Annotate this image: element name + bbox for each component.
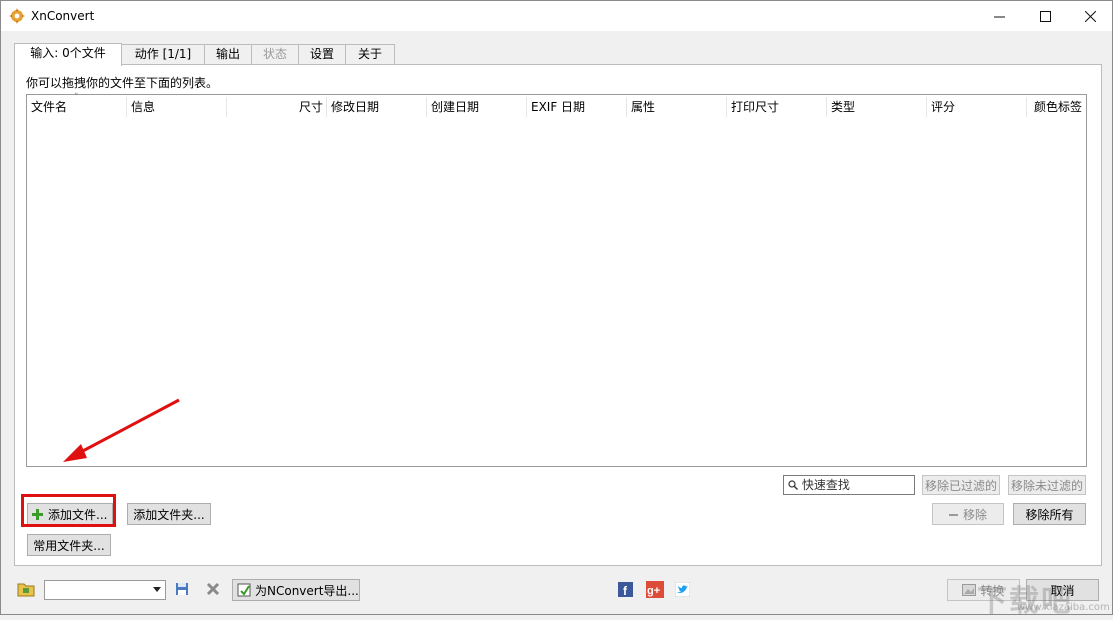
column-header-created-date[interactable]: 创建日期 — [427, 95, 527, 119]
input-panel: 你可以拖拽你的文件至下面的列表。 文件名 ˅ 信息 尺寸 修改日期 创建日期 EX… — [14, 64, 1102, 566]
open-folder-icon[interactable] — [17, 581, 35, 599]
remove-all-button[interactable]: 移除所有 — [1013, 503, 1086, 525]
preset-dropdown[interactable] — [44, 580, 166, 600]
title-bar: XnConvert — [1, 1, 1112, 31]
google-plus-icon[interactable]: g+ — [646, 581, 664, 599]
twitter-icon[interactable] — [674, 581, 693, 600]
annotation-highlight-box — [21, 494, 116, 527]
close-icon — [1084, 10, 1096, 22]
save-icon[interactable] — [175, 582, 193, 600]
column-header-exif-date[interactable]: EXIF 日期 — [527, 95, 627, 119]
file-list-header: 文件名 ˅ 信息 尺寸 修改日期 创建日期 EXIF 日期 属性 打印尺寸 类型 … — [27, 93, 1086, 119]
search-icon — [788, 477, 798, 495]
quick-search-placeholder: 快速查找 — [801, 478, 850, 492]
convert-icon — [962, 581, 977, 596]
xiazaiba-watermark: 下载吧 www.xiazaiba.com — [977, 584, 1110, 619]
xnconvert-app-icon — [9, 8, 25, 24]
drag-drop-hint: 你可以拖拽你的文件至下面的列表。 — [26, 76, 219, 90]
window-title: XnConvert — [31, 9, 95, 23]
column-header-rating[interactable]: 评分 — [927, 95, 1027, 119]
quick-search-input[interactable]: 快速查找 — [783, 475, 915, 495]
column-header-type[interactable]: 类型 — [827, 95, 927, 119]
minimize-icon — [993, 16, 1005, 17]
tab-about[interactable]: 关于 — [345, 44, 395, 64]
column-header-size[interactable]: 尺寸 — [227, 95, 327, 119]
close-button[interactable] — [1067, 1, 1113, 31]
sort-indicator-icon: ˅ — [74, 93, 79, 103]
chevron-down-icon — [153, 587, 161, 592]
svg-text:g+: g+ — [647, 585, 660, 597]
minimize-button[interactable] — [976, 1, 1022, 31]
remove-filtered-button[interactable]: 移除已过滤的 — [922, 475, 1000, 495]
script-export-icon — [237, 582, 251, 597]
column-header-info[interactable]: 信息 — [127, 95, 227, 119]
delete-preset-icon[interactable] — [206, 582, 224, 600]
export-nconvert-button[interactable]: 为NConvert导出... — [232, 579, 360, 601]
add-folder-button[interactable]: 添加文件夹... — [127, 503, 211, 525]
maximize-button[interactable] — [1022, 1, 1068, 31]
column-header-color-label[interactable]: 颜色标签 — [1027, 95, 1086, 119]
remove-label: 移除 — [962, 508, 987, 522]
file-list[interactable]: 文件名 ˅ 信息 尺寸 修改日期 创建日期 EXIF 日期 属性 打印尺寸 类型 … — [26, 93, 1087, 467]
tab-actions[interactable]: 动作 [1/1] — [121, 44, 205, 64]
tab-output[interactable]: 输出 — [204, 44, 252, 64]
column-header-attributes[interactable]: 属性 — [627, 95, 727, 119]
tab-settings[interactable]: 设置 — [298, 44, 346, 64]
export-nconvert-label: 为NConvert导出... — [255, 584, 359, 598]
common-folders-button[interactable]: 常用文件夹... — [27, 534, 111, 556]
column-header-filename[interactable]: 文件名 ˅ — [27, 93, 127, 119]
remove-button[interactable]: 移除 — [932, 503, 1004, 525]
column-header-print-size[interactable]: 打印尺寸 — [727, 95, 827, 119]
minus-icon — [948, 514, 958, 516]
xnconvert-window: XnConvert 输入: 0个文件 动作 [1/1] 输出 状态 设置 关于 … — [0, 0, 1113, 619]
tab-status[interactable]: 状态 — [251, 44, 299, 64]
tab-input[interactable]: 输入: 0个文件 — [14, 43, 122, 66]
remove-unfiltered-button[interactable]: 移除未过滤的 — [1008, 475, 1086, 495]
facebook-icon[interactable]: f — [618, 582, 636, 600]
maximize-icon — [1039, 10, 1051, 22]
column-header-modified-date[interactable]: 修改日期 — [327, 95, 427, 119]
